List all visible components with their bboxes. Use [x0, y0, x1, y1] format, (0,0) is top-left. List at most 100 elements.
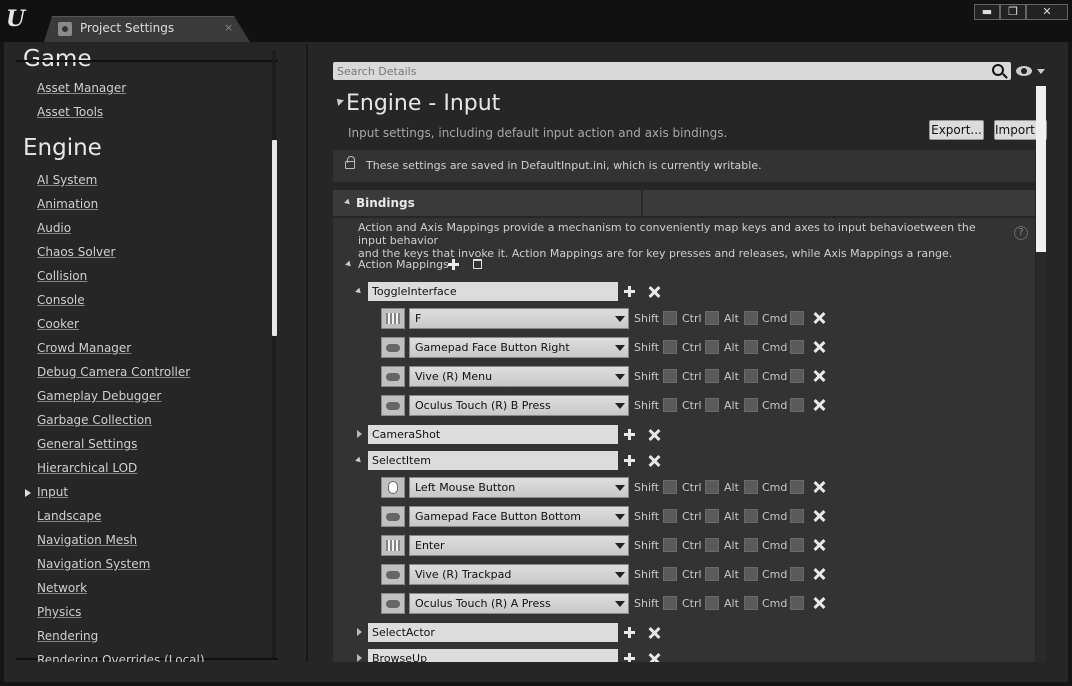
modifier-checkbox-shift[interactable] — [663, 311, 677, 325]
add-key-plus-icon[interactable] — [624, 653, 635, 662]
sidebar-item-input[interactable]: Input — [37, 485, 68, 499]
key-type-button[interactable] — [381, 395, 405, 416]
modifier-checkbox-ctrl[interactable] — [705, 509, 719, 523]
sidebar-item-landscape[interactable]: Landscape — [37, 509, 101, 523]
modifier-checkbox-ctrl[interactable] — [705, 311, 719, 325]
modifier-checkbox-shift[interactable] — [663, 480, 677, 494]
key-type-button[interactable] — [381, 535, 405, 556]
modifier-checkbox-cmd[interactable] — [790, 398, 804, 412]
modifier-checkbox-alt[interactable] — [744, 369, 758, 383]
add-key-plus-icon[interactable] — [624, 455, 635, 466]
sidebar-item-general-settings[interactable]: General Settings — [37, 437, 137, 451]
modifier-checkbox-shift[interactable] — [663, 340, 677, 354]
modifier-checkbox-alt[interactable] — [744, 509, 758, 523]
add-action-mapping-plus-icon[interactable] — [448, 259, 459, 270]
action-expand-caret-icon[interactable] — [357, 628, 362, 636]
bindings-category-header[interactable]: Bindings — [333, 190, 1035, 216]
modifier-checkbox-cmd[interactable] — [790, 596, 804, 610]
modifier-checkbox-shift[interactable] — [663, 567, 677, 581]
modifier-checkbox-alt[interactable] — [744, 340, 758, 354]
remove-key-x-icon[interactable] — [813, 539, 825, 551]
sidebar-item-animation[interactable]: Animation — [37, 197, 98, 211]
sidebar-item-navigation-system[interactable]: Navigation System — [37, 557, 150, 571]
key-type-button[interactable] — [381, 477, 405, 498]
modifier-checkbox-alt[interactable] — [744, 480, 758, 494]
sidebar-item-audio[interactable]: Audio — [37, 221, 71, 235]
sidebar-item-collision[interactable]: Collision — [37, 269, 87, 283]
export-button[interactable]: Export... — [929, 120, 984, 140]
action-name-field[interactable]: SelectItem — [368, 451, 618, 470]
modifier-checkbox-ctrl[interactable] — [705, 398, 719, 412]
maximize-button[interactable]: ❐ — [1000, 4, 1026, 20]
key-selector-dropdown[interactable]: Oculus Touch (R) B Press — [409, 395, 629, 416]
remove-action-x-icon[interactable] — [648, 627, 660, 639]
modifier-checkbox-alt[interactable] — [744, 398, 758, 412]
modifier-checkbox-shift[interactable] — [663, 509, 677, 523]
sidebar-item-asset-tools[interactable]: Asset Tools — [37, 105, 103, 119]
action-name-field[interactable]: SelectActor — [368, 623, 618, 642]
remove-key-x-icon[interactable] — [813, 341, 825, 353]
modifier-checkbox-cmd[interactable] — [790, 480, 804, 494]
modifier-checkbox-cmd[interactable] — [790, 538, 804, 552]
modifier-checkbox-cmd[interactable] — [790, 340, 804, 354]
modifier-checkbox-shift[interactable] — [663, 398, 677, 412]
remove-key-x-icon[interactable] — [813, 568, 825, 580]
remove-key-x-icon[interactable] — [813, 399, 825, 411]
view-options-eye-icon[interactable] — [1016, 66, 1032, 76]
modifier-checkbox-alt[interactable] — [744, 567, 758, 581]
modifier-checkbox-cmd[interactable] — [790, 509, 804, 523]
add-key-plus-icon[interactable] — [624, 429, 635, 440]
sidebar-item-rendering[interactable]: Rendering — [37, 629, 98, 643]
modifier-checkbox-alt[interactable] — [744, 311, 758, 325]
sidebar-item-ai-system[interactable]: AI System — [37, 173, 97, 187]
close-window-button[interactable]: ✕ — [1026, 4, 1068, 20]
help-icon[interactable]: ? — [1014, 226, 1028, 240]
key-selector-dropdown[interactable]: Vive (R) Trackpad — [409, 564, 629, 585]
action-mappings-collapse-caret-icon[interactable] — [345, 260, 353, 269]
remove-action-x-icon[interactable] — [648, 286, 660, 298]
key-type-button[interactable] — [381, 593, 405, 614]
minimize-button[interactable]: ▬ — [974, 4, 1000, 20]
bindings-collapse-caret-icon[interactable] — [344, 198, 352, 207]
delete-all-trash-icon[interactable] — [473, 259, 482, 269]
modifier-checkbox-shift[interactable] — [663, 538, 677, 552]
modifier-checkbox-alt[interactable] — [744, 538, 758, 552]
action-expand-caret-icon[interactable] — [357, 430, 362, 438]
sidebar-item-chaos-solver[interactable]: Chaos Solver — [37, 245, 115, 259]
key-selector-dropdown[interactable]: F — [409, 308, 629, 329]
remove-key-x-icon[interactable] — [813, 481, 825, 493]
key-type-button[interactable] — [381, 366, 405, 387]
remove-action-x-icon[interactable] — [648, 653, 660, 662]
action-collapse-caret-icon[interactable] — [355, 456, 363, 465]
key-selector-dropdown[interactable]: Enter — [409, 535, 629, 556]
modifier-checkbox-ctrl[interactable] — [705, 369, 719, 383]
modifier-checkbox-alt[interactable] — [744, 596, 758, 610]
sidebar-item-cooker[interactable]: Cooker — [37, 317, 79, 331]
modifier-checkbox-ctrl[interactable] — [705, 340, 719, 354]
column-splitter[interactable] — [641, 190, 643, 216]
remove-key-x-icon[interactable] — [813, 597, 825, 609]
panel-splitter[interactable] — [306, 44, 308, 662]
sidebar-scrollbar-thumb[interactable] — [272, 140, 277, 336]
key-selector-dropdown[interactable]: Left Mouse Button — [409, 477, 629, 498]
action-expand-caret-icon[interactable] — [357, 654, 362, 662]
sidebar-item-rendering-overrides-local-[interactable]: Rendering Overrides (Local) — [37, 653, 205, 662]
modifier-checkbox-shift[interactable] — [663, 596, 677, 610]
key-selector-dropdown[interactable]: Gamepad Face Button Right — [409, 337, 629, 358]
action-name-field[interactable]: ToggleInterface — [368, 282, 618, 301]
key-type-button[interactable] — [381, 337, 405, 358]
action-name-field[interactable]: CameraShot — [368, 425, 618, 444]
key-selector-dropdown[interactable]: Vive (R) Menu — [409, 366, 629, 387]
view-options-chevron-down-icon[interactable] — [1037, 69, 1045, 74]
add-key-plus-icon[interactable] — [624, 286, 635, 297]
sidebar-item-gameplay-debugger[interactable]: Gameplay Debugger — [37, 389, 161, 403]
sidebar-item-hierarchical-lod[interactable]: Hierarchical LOD — [37, 461, 137, 475]
tab-project-settings[interactable]: Project Settings × — [44, 16, 250, 42]
modifier-checkbox-cmd[interactable] — [790, 311, 804, 325]
sidebar-item-asset-manager[interactable]: Asset Manager — [37, 81, 126, 95]
key-selector-dropdown[interactable]: Gamepad Face Button Bottom — [409, 506, 629, 527]
sidebar-item-navigation-mesh[interactable]: Navigation Mesh — [37, 533, 137, 547]
modifier-checkbox-ctrl[interactable] — [705, 538, 719, 552]
remove-action-x-icon[interactable] — [648, 455, 660, 467]
modifier-checkbox-ctrl[interactable] — [705, 596, 719, 610]
